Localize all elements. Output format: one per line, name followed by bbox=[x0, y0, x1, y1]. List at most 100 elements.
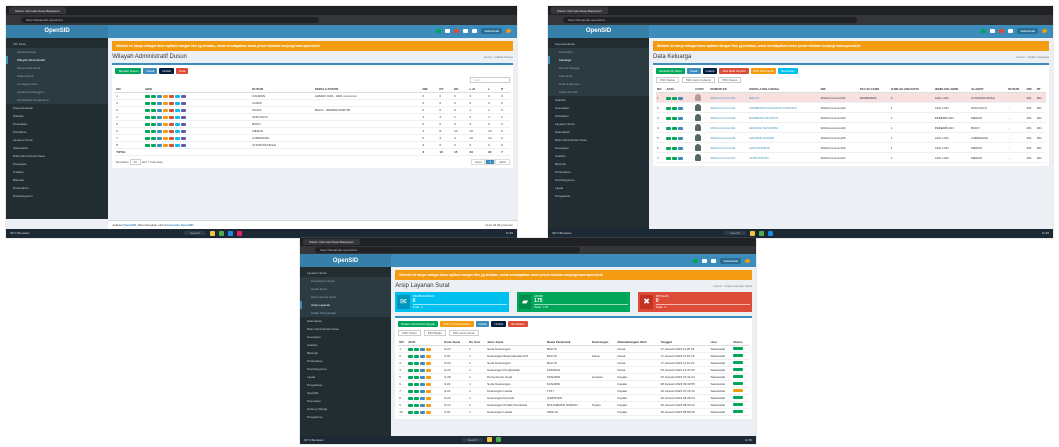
action-button[interactable] bbox=[414, 396, 420, 400]
action-button[interactable] bbox=[150, 144, 156, 148]
sidebar-item[interactable]: Kesehatan bbox=[6, 120, 108, 128]
action-button[interactable] bbox=[408, 354, 414, 358]
browser-tab[interactable]: Sistem Informasi Desa Banjarsari bbox=[303, 238, 360, 246]
table-cell[interactable]: BALUS bbox=[748, 92, 820, 104]
sidebar-item[interactable]: Kependudukan bbox=[6, 104, 108, 112]
sidebar-item[interactable]: Layanan Surat bbox=[6, 136, 108, 144]
action-button[interactable] bbox=[408, 396, 414, 400]
action-button[interactable] bbox=[414, 347, 420, 351]
taskbar-search[interactable]: Search bbox=[461, 437, 484, 442]
table-cell[interactable]: SAUBESTOA ANAGATA SARIYANI bbox=[748, 102, 820, 114]
sidebar-item[interactable]: Lapak bbox=[300, 373, 391, 381]
sidebar-item[interactable]: Pemerintah Desa bbox=[6, 64, 109, 73]
sidebar-item[interactable]: Buku Administrasi Desa bbox=[548, 136, 649, 144]
action-button[interactable] bbox=[156, 130, 162, 134]
help-icon[interactable] bbox=[1042, 29, 1047, 34]
action-button[interactable] bbox=[420, 410, 426, 414]
edge-icon[interactable] bbox=[768, 230, 773, 236]
notification-icon[interactable] bbox=[693, 258, 699, 263]
action-button[interactable] bbox=[678, 126, 684, 130]
filter-select[interactable]: Pilih Jenis Surat bbox=[449, 329, 479, 336]
mail-icon[interactable] bbox=[990, 29, 996, 34]
sidebar-item[interactable]: Identitas Desa bbox=[6, 48, 109, 57]
action-button[interactable] bbox=[162, 102, 168, 106]
sidebar-item[interactable]: Layanan Pelanggan bbox=[6, 88, 109, 97]
action-button[interactable] bbox=[150, 137, 156, 141]
sidebar-item[interactable]: Keuangan bbox=[300, 333, 391, 341]
action-button[interactable] bbox=[678, 96, 684, 100]
action-button[interactable] bbox=[156, 102, 162, 106]
action-button[interactable] bbox=[180, 123, 186, 127]
sidebar-item[interactable]: Pengaturan Surat bbox=[300, 276, 392, 285]
stat-ditolak[interactable]: ✖ DITOLAK 0 Total : 0 bbox=[638, 291, 753, 312]
action-button[interactable] bbox=[672, 136, 678, 140]
action-button[interactable] bbox=[156, 123, 162, 127]
sidebar-item[interactable]: Layanan Surat bbox=[548, 120, 649, 128]
taskbar-search[interactable]: Search bbox=[184, 231, 206, 236]
toolbar-button[interactable]: Tambah Dusun bbox=[115, 68, 142, 75]
sidebar-item[interactable]: Lapak bbox=[548, 184, 649, 192]
sidebar-item[interactable]: Status Desa bbox=[6, 72, 109, 81]
filter-select[interactable]: Pilih Tahun bbox=[398, 329, 421, 336]
store-icon[interactable] bbox=[236, 230, 242, 236]
sidebar-item[interactable]: Cetak Surat bbox=[300, 284, 392, 293]
table-cell[interactable]: 3201xxxxxxxxxx06 bbox=[709, 142, 749, 154]
action-button[interactable] bbox=[168, 130, 174, 134]
help-icon[interactable] bbox=[745, 258, 750, 263]
action-button[interactable] bbox=[144, 144, 150, 148]
action-button[interactable] bbox=[420, 403, 426, 407]
brand-logo[interactable]: OpenSID bbox=[6, 24, 109, 39]
action-button[interactable] bbox=[144, 130, 150, 134]
sidebar-item[interactable]: Sekretariat bbox=[548, 128, 649, 136]
sidebar-item[interactable]: Bantuan bbox=[6, 176, 108, 184]
sidebar-item[interactable]: Kependudukan bbox=[548, 40, 649, 48]
action-button[interactable] bbox=[420, 368, 426, 372]
action-button[interactable] bbox=[150, 123, 156, 127]
action-button[interactable] bbox=[180, 95, 186, 99]
sidebar-item[interactable]: Keluarga bbox=[548, 56, 649, 65]
action-button[interactable] bbox=[408, 389, 414, 393]
action-button[interactable] bbox=[414, 368, 420, 372]
action-button[interactable] bbox=[408, 361, 414, 365]
action-button[interactable] bbox=[426, 368, 432, 372]
action-button[interactable] bbox=[672, 126, 678, 130]
action-button[interactable] bbox=[408, 410, 414, 414]
stat-arsip[interactable]: ▰ ARSIP 175 Total : 175 bbox=[516, 291, 631, 312]
chrome-icon[interactable] bbox=[496, 437, 502, 443]
user-menu[interactable]: Sekretariat bbox=[720, 257, 741, 264]
browser-tab[interactable]: Sistem Informasi Desa Banjarsari bbox=[9, 6, 66, 15]
action-button[interactable] bbox=[168, 95, 174, 99]
action-button[interactable] bbox=[414, 403, 420, 407]
toolbar-button[interactable]: Kirim Ke Kecamatan bbox=[440, 320, 474, 327]
action-button[interactable] bbox=[168, 109, 174, 113]
sidebar-item[interactable]: Pembangunan bbox=[6, 192, 108, 200]
action-button[interactable] bbox=[672, 96, 678, 100]
table-cell[interactable]: 3201xxxxxxxxxx01 bbox=[709, 92, 749, 104]
action-button[interactable] bbox=[414, 382, 420, 386]
action-button[interactable] bbox=[156, 144, 162, 148]
action-button[interactable] bbox=[408, 368, 414, 372]
weather-widget[interactable]: 32°C Berawan bbox=[552, 231, 571, 235]
weather-widget[interactable]: 32°C Berawan bbox=[304, 438, 323, 442]
action-button[interactable] bbox=[666, 126, 672, 130]
explorer-icon[interactable] bbox=[209, 230, 215, 236]
user-menu[interactable]: Sekretariat bbox=[1017, 28, 1038, 35]
action-button[interactable] bbox=[672, 146, 678, 150]
action-button[interactable] bbox=[180, 109, 186, 113]
action-button[interactable] bbox=[666, 146, 672, 150]
sidebar-item[interactable]: Layanan Surat bbox=[300, 269, 391, 277]
toolbar-button[interactable]: Cetak bbox=[475, 320, 490, 327]
action-button[interactable] bbox=[174, 123, 180, 127]
sidebar-item[interactable]: Info Desa bbox=[6, 40, 108, 48]
action-button[interactable] bbox=[420, 361, 426, 365]
action-button[interactable] bbox=[420, 389, 426, 393]
action-button[interactable] bbox=[420, 354, 426, 358]
sidebar-item[interactable]: Wilayah Administratif bbox=[6, 56, 109, 65]
action-button[interactable] bbox=[408, 382, 414, 386]
sidebar-item[interactable]: Calon Pemilih bbox=[548, 88, 649, 97]
action-button[interactable] bbox=[144, 102, 150, 106]
sidebar-item[interactable]: Buku Administrasi Desa bbox=[6, 152, 108, 160]
toolbar-button[interactable]: Rekam Surat Perorangan bbox=[398, 320, 439, 327]
action-button[interactable] bbox=[174, 137, 180, 141]
page-link[interactable]: 1 bbox=[485, 159, 496, 166]
